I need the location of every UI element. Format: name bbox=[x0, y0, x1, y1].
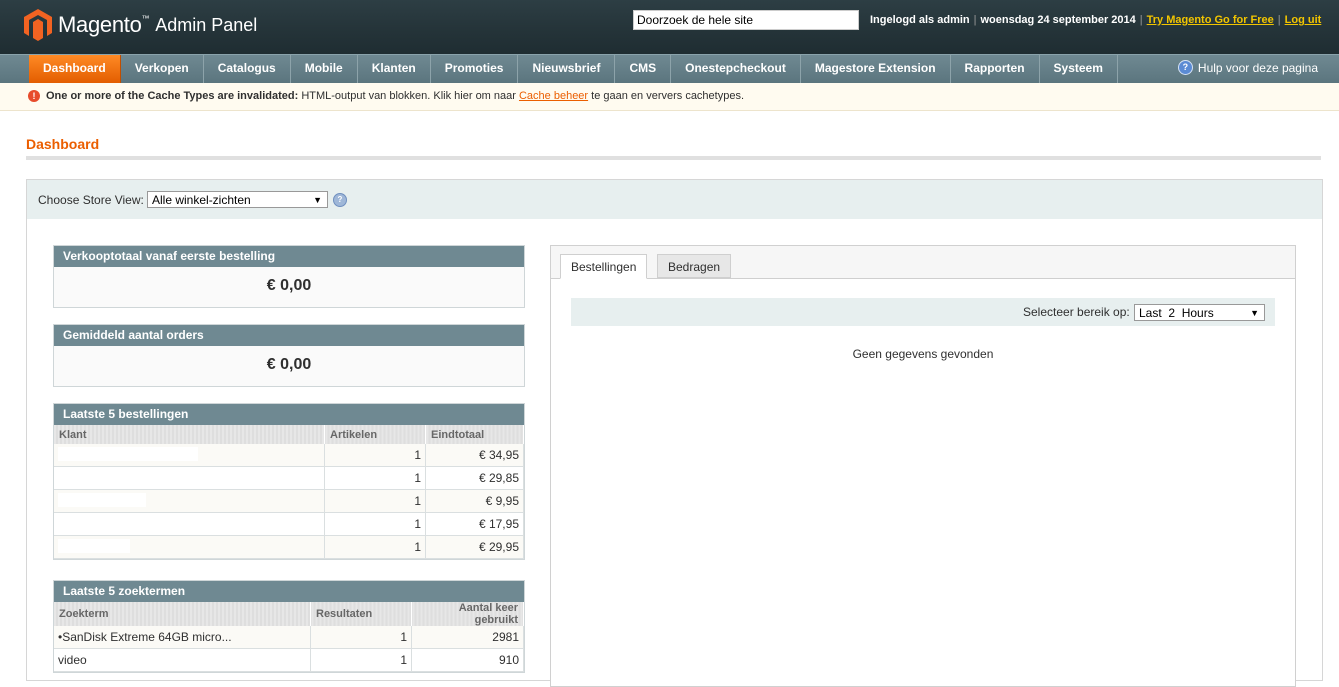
items-cell: 1 bbox=[324, 466, 426, 490]
total-cell: € 9,95 bbox=[425, 489, 524, 513]
column-header-eindtotaal[interactable]: Eindtotaal bbox=[425, 425, 524, 444]
items-cell: 1 bbox=[324, 512, 426, 536]
range-bar: Selecteer bereik op: Last 2 Hours ▼ bbox=[571, 298, 1275, 326]
total-cell: € 34,95 bbox=[425, 444, 524, 467]
magento-logo-icon bbox=[24, 9, 52, 41]
global-search-input[interactable] bbox=[633, 10, 859, 30]
header-links: Ingelogd als admin | woensdag 24 september… bbox=[870, 14, 1322, 26]
uses-cell: 2981 bbox=[411, 626, 524, 649]
chevron-down-icon: ▼ bbox=[313, 195, 322, 205]
column-header-resultaten[interactable]: Resultaten bbox=[310, 602, 412, 626]
lifetime-sales-card: Verkooptotaal vanaf eerste bestelling € … bbox=[53, 245, 525, 308]
table-row[interactable]: 1 € 29,95 bbox=[54, 535, 524, 559]
tab-bedragen[interactable]: Bedragen bbox=[657, 254, 732, 278]
nav-item-klanten[interactable]: Klanten bbox=[358, 55, 431, 83]
column-header-artikelen[interactable]: Artikelen bbox=[324, 425, 426, 444]
chart-panel: Bestellingen Bedragen Selecteer bereik o… bbox=[550, 245, 1296, 687]
total-cell: € 29,85 bbox=[425, 466, 524, 490]
uses-cell: 910 bbox=[411, 648, 524, 672]
items-cell: 1 bbox=[324, 444, 426, 467]
logged-in-label: Ingelogd als admin bbox=[870, 14, 970, 26]
range-label: Selecteer bereik op: bbox=[1023, 305, 1130, 319]
page-title: Dashboard bbox=[26, 136, 100, 152]
column-header-aantal[interactable]: Aantal keer gebruikt bbox=[411, 602, 524, 626]
tab-bestellingen[interactable]: Bestellingen bbox=[560, 254, 648, 279]
nav-item-systeem[interactable]: Systeem bbox=[1040, 55, 1118, 83]
items-cell: 1 bbox=[324, 535, 426, 559]
average-orders-card: Gemiddeld aantal orders € 0,00 bbox=[53, 324, 525, 387]
help-link[interactable]: ? Hulp voor deze pagina bbox=[1177, 60, 1318, 75]
results-cell: 1 bbox=[310, 626, 412, 649]
brand-name: Magento™ bbox=[58, 12, 150, 37]
lifetime-sales-title: Verkooptotaal vanaf eerste bestelling bbox=[54, 246, 524, 267]
chevron-down-icon: ▼ bbox=[1250, 308, 1259, 318]
last-search-terms-card: Laatste 5 zoektermen Zoekterm Resultaten… bbox=[53, 580, 525, 673]
error-icon: ! bbox=[28, 90, 40, 102]
customer-cell bbox=[54, 512, 325, 536]
table-row[interactable]: 1 € 29,85 bbox=[54, 466, 524, 490]
cache-management-link[interactable]: Cache beheer bbox=[519, 90, 588, 102]
table-row[interactable]: 1 € 9,95 bbox=[54, 489, 524, 513]
results-cell: 1 bbox=[310, 648, 412, 672]
lifetime-sales-value: € 0,00 bbox=[54, 267, 524, 307]
brand-subtitle: Admin Panel bbox=[155, 14, 258, 35]
nav-item-verkopen[interactable]: Verkopen bbox=[121, 55, 204, 83]
nav-item-promoties[interactable]: Promoties bbox=[431, 55, 519, 83]
try-magento-link[interactable]: Try Magento Go for Free bbox=[1147, 14, 1274, 26]
nav-item-mobile[interactable]: Mobile bbox=[291, 55, 358, 83]
customer-cell bbox=[54, 489, 325, 513]
column-header-klant[interactable]: Klant bbox=[54, 425, 325, 444]
store-view-label: Choose Store View: bbox=[38, 193, 144, 207]
search-term-cell: •SanDisk Extreme 64GB micro... bbox=[54, 626, 311, 649]
chart-tabs: Bestellingen Bedragen bbox=[551, 246, 1295, 279]
cache-notice: ! One or more of the Cache Types are inv… bbox=[0, 83, 1339, 111]
nav-item-magestore-extension[interactable]: Magestore Extension bbox=[801, 55, 951, 83]
no-data-message: Geen gegevens gevonden bbox=[852, 347, 994, 361]
nav-item-onestepcheckout[interactable]: Onestepcheckout bbox=[671, 55, 801, 83]
total-cell: € 29,95 bbox=[425, 535, 524, 559]
average-orders-value: € 0,00 bbox=[54, 346, 524, 386]
logout-link[interactable]: Log uit bbox=[1285, 14, 1322, 26]
customer-cell bbox=[54, 466, 325, 490]
nav-item-cms[interactable]: CMS bbox=[615, 55, 672, 83]
column-header-zoekterm[interactable]: Zoekterm bbox=[54, 602, 311, 626]
customer-cell bbox=[54, 444, 325, 467]
nav-item-catalogus[interactable]: Catalogus bbox=[204, 55, 291, 83]
nav-item-nieuwsbrief[interactable]: Nieuwsbrief bbox=[518, 55, 616, 83]
table-row[interactable]: video 1 910 bbox=[54, 648, 524, 672]
last-search-terms-title: Laatste 5 zoektermen bbox=[54, 581, 524, 602]
last-orders-card: Laatste 5 bestellingen Klant Artikelen E… bbox=[53, 403, 525, 560]
help-icon: ? bbox=[1177, 60, 1193, 75]
last-search-terms-table: Zoekterm Resultaten Aantal keer gebruikt… bbox=[54, 602, 524, 672]
last-orders-table: Klant Artikelen Eindtotaal 1 € 34,95 1 €… bbox=[54, 425, 524, 559]
table-row[interactable]: 1 € 17,95 bbox=[54, 512, 524, 536]
range-select[interactable]: Last 2 Hours ▼ bbox=[1134, 304, 1265, 321]
logo[interactable]: Magento™ Admin Panel bbox=[24, 9, 257, 41]
nav-item-rapporten[interactable]: Rapporten bbox=[951, 55, 1040, 83]
title-divider bbox=[26, 156, 1321, 160]
customer-cell bbox=[54, 535, 325, 559]
table-row[interactable]: 1 € 34,95 bbox=[54, 444, 524, 467]
notice-message: One or more of the Cache Types are inval… bbox=[46, 90, 745, 102]
store-view-select[interactable]: Alle winkel-zichten ▼ bbox=[147, 191, 328, 208]
header: Magento™ Admin Panel Ingelogd als admin|… bbox=[0, 0, 1339, 54]
search-term-cell: video bbox=[54, 648, 311, 672]
current-date: woensdag 24 september 2014 bbox=[980, 14, 1136, 26]
items-cell: 1 bbox=[324, 489, 426, 513]
store-switcher-bar: Choose Store View: Alle winkel-zichten ▼… bbox=[27, 180, 1322, 219]
dashboard-container: Choose Store View: Alle winkel-zichten ▼… bbox=[26, 179, 1323, 687]
table-row[interactable]: •SanDisk Extreme 64GB micro... 1 2981 bbox=[54, 626, 524, 649]
question-icon[interactable]: ? bbox=[333, 193, 347, 207]
last-orders-title: Laatste 5 bestellingen bbox=[54, 404, 524, 425]
total-cell: € 17,95 bbox=[425, 512, 524, 536]
main-nav: Dashboard Verkopen Catalogus Mobile Klan… bbox=[0, 54, 1339, 84]
help-label: Hulp voor deze pagina bbox=[1197, 60, 1318, 75]
average-orders-title: Gemiddeld aantal orders bbox=[54, 325, 524, 346]
nav-item-dashboard[interactable]: Dashboard bbox=[29, 55, 121, 83]
